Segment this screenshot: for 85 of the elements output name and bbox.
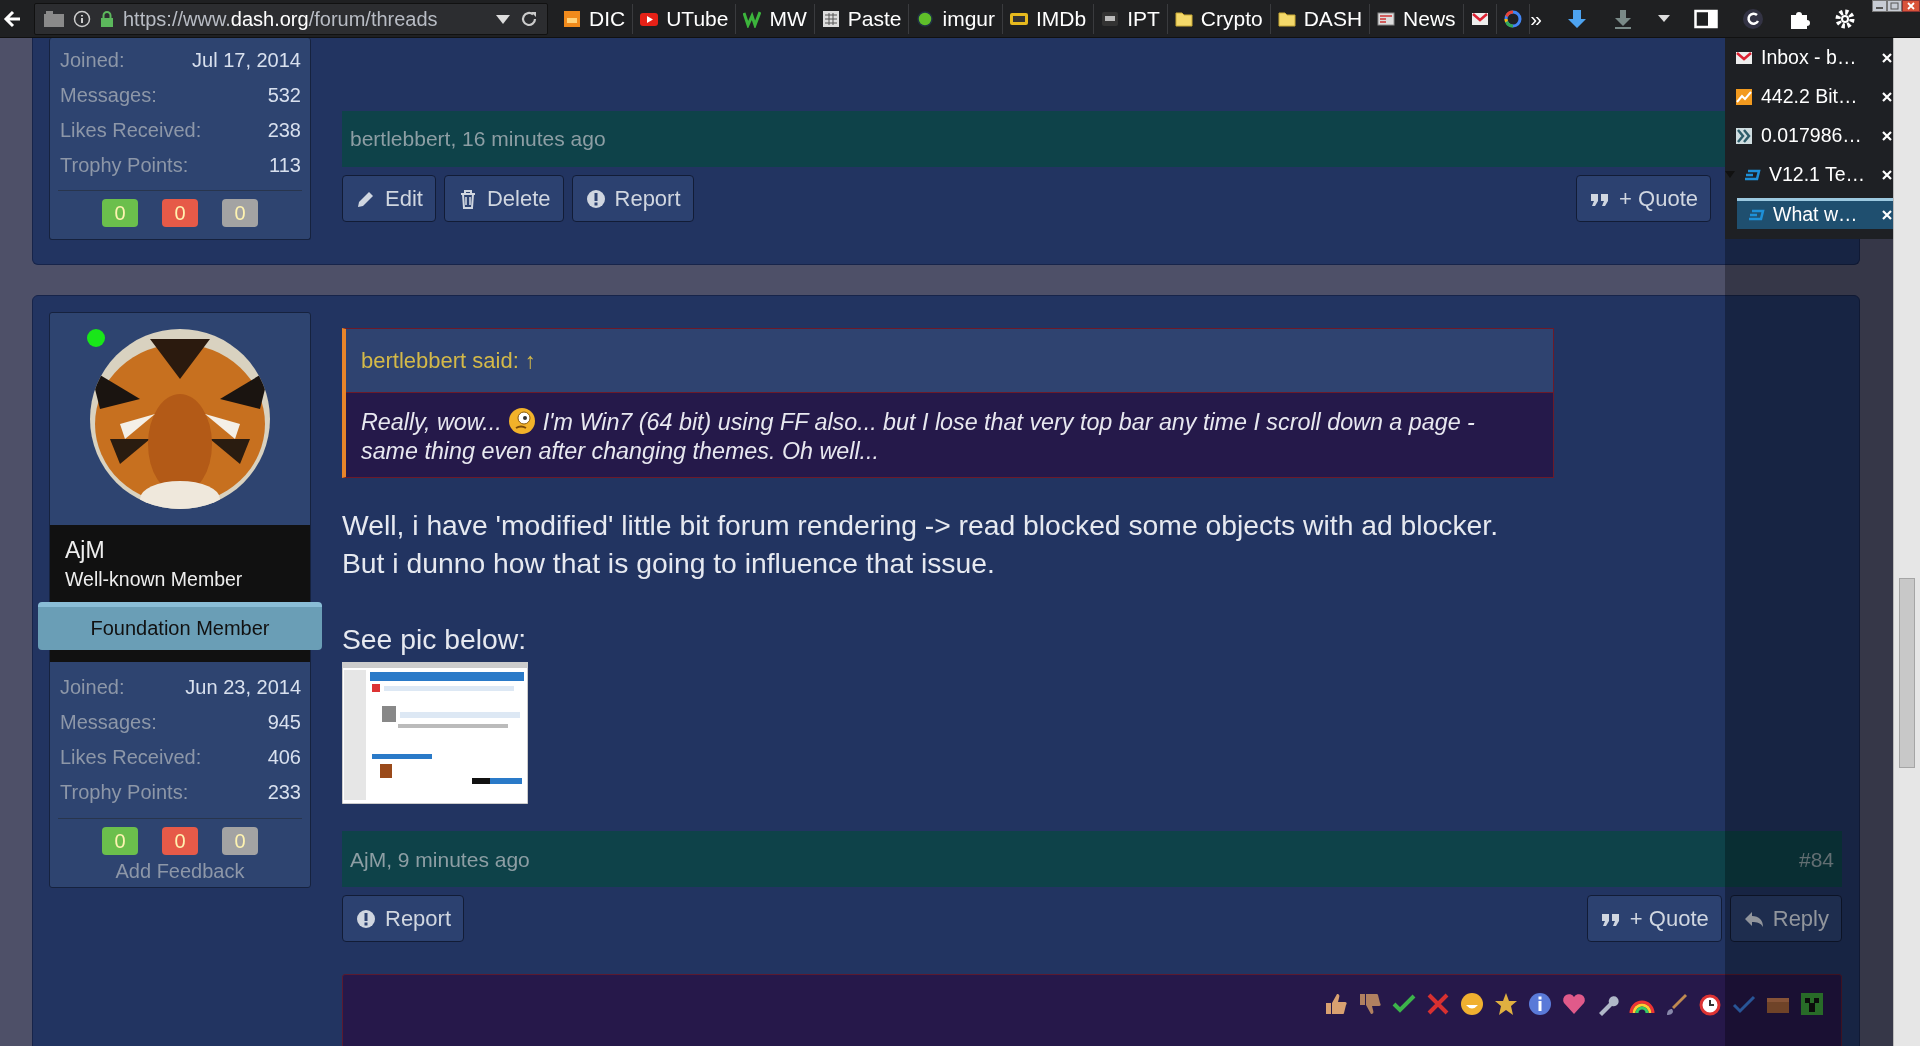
dark-square-icon: [1101, 9, 1120, 28]
post-meta: bertlebbert, 16 minutes ago: [350, 126, 606, 153]
settings-icon[interactable]: [1834, 7, 1856, 30]
stat-label: Likes Received:: [60, 117, 202, 143]
google-icon: [1503, 9, 1522, 28]
sync-icon[interactable]: [1742, 7, 1764, 30]
info-icon: [73, 9, 91, 28]
tab-title: 0.017986…: [1761, 122, 1863, 148]
quote-text: Really, wow... I'm Win7 (64 bit) using FF also... but I lose that very top bar any time I scroll down a page - same thing even after changing themes. Oh well...: [360, 406, 1476, 466]
newspaper-icon: [1377, 9, 1396, 28]
confused-emoji-icon: [508, 407, 537, 435]
quote-button[interactable]: + Quote: [1576, 175, 1711, 222]
sidebar-tab[interactable]: What w…: [1737, 198, 1893, 229]
sidebar-tab[interactable]: 442.2 Bit…: [1725, 81, 1893, 112]
report-button[interactable]: Report: [342, 895, 465, 943]
bookmark-link[interactable]: Crypto: [1167, 3, 1271, 34]
stat-value: 113: [269, 152, 301, 178]
stat-label: Joined:: [60, 675, 125, 701]
stat-value: 233: [267, 780, 301, 806]
bookmark-link[interactable]: IMDb: [1003, 3, 1095, 34]
bookmark-link[interactable]: imgur: [909, 3, 1003, 34]
tab-title: 442.2 Bit…: [1761, 83, 1859, 109]
report-button[interactable]: Report: [571, 175, 694, 222]
creeper-icon[interactable]: [1799, 991, 1825, 1018]
overflow-chevron[interactable]: »: [1530, 2, 1542, 35]
bookmark-link[interactable]: DIC: [556, 3, 634, 34]
stat-label: Trophy Points:: [60, 152, 189, 178]
quote-button[interactable]: + Quote: [1586, 895, 1722, 943]
stat-value: 238: [267, 117, 301, 143]
post-paragraph: Well, i have 'modified' little bit forum rendering -> read blocked some objects with ad blocker. But i dunno how that is going to influence that issue.: [342, 508, 1500, 582]
bookmark-link[interactable]: IPT: [1094, 3, 1168, 34]
scrollbar[interactable]: [1893, 38, 1920, 1046]
stat-value: 532: [267, 82, 301, 108]
dropdown-icon[interactable]: [1658, 14, 1670, 23]
exchange-icon: [1735, 126, 1753, 145]
tab-title: V12.1 Te…: [1769, 161, 1867, 187]
folder-icon: [1174, 9, 1193, 28]
post-meta: AjM, 9 minutes ago: [350, 846, 530, 873]
stat-value: Jul 17, 2014: [192, 47, 301, 73]
folder-icon: [1277, 9, 1296, 28]
zigzag-icon: [743, 9, 762, 28]
download-icon[interactable]: [1566, 7, 1588, 30]
grid-icon: [821, 9, 840, 28]
bookmark-link[interactable]: News: [1370, 3, 1464, 34]
alert-icon: [584, 187, 607, 210]
user-banner: Foundation Member: [38, 601, 322, 650]
stat-value: Jun 23, 2014: [185, 675, 301, 701]
address-bar[interactable]: https://www.dash.org/forum/threads: [34, 2, 548, 35]
bookmark-link[interactable]: Paste: [814, 3, 910, 34]
screenshot-thumbnail[interactable]: [342, 662, 528, 805]
dropdown-icon[interactable]: [495, 12, 511, 25]
bookmark-link[interactable]: DASH: [1270, 3, 1371, 34]
stat-label: Joined:: [60, 47, 125, 73]
tab-title: Inbox - b…: [1761, 44, 1858, 70]
star-icon[interactable]: [1493, 991, 1519, 1018]
url-text: https://www.dash.org/forum/threads: [123, 6, 439, 32]
minimize-icon[interactable]: [1872, 0, 1887, 12]
bookmark-link[interactable]: MW: [736, 3, 815, 34]
tab-title: What w…: [1773, 202, 1859, 228]
user-name[interactable]: AjM: [50, 537, 310, 565]
stat-label: Messages:: [60, 82, 157, 108]
chart-icon: [1735, 87, 1753, 106]
lock-icon: [99, 9, 115, 28]
stat-label: Messages:: [60, 710, 157, 736]
reply-button[interactable]: Reply: [1729, 895, 1842, 943]
delete-button[interactable]: Delete: [443, 175, 564, 222]
dot-icon: [916, 9, 935, 28]
sidebar-tab[interactable]: Inbox - b…: [1725, 42, 1893, 73]
info-icon[interactable]: [1527, 991, 1553, 1018]
alert-icon: [355, 907, 377, 930]
quote-header[interactable]: bertlebbert said: ↑: [346, 329, 1553, 393]
edit-button[interactable]: Edit: [342, 175, 436, 222]
post-paragraph: See pic below:: [342, 622, 528, 658]
stat-value: 945: [267, 710, 301, 736]
window-icon[interactable]: [1694, 8, 1718, 29]
stat-label: Likes Received:: [60, 745, 202, 771]
user-title: Well-known Member: [64, 566, 244, 592]
stat-label: Trophy Points:: [60, 780, 189, 806]
close-icon[interactable]: [1902, 0, 1920, 12]
sidebar-tab[interactable]: 0.017986…: [1725, 120, 1893, 151]
download-icon[interactable]: [1612, 7, 1634, 30]
scrollbar-thumb[interactable]: [1899, 578, 1915, 768]
bookmark-link[interactable]: UTube: [633, 3, 737, 34]
stat-value: 406: [267, 745, 301, 771]
smiley-icon[interactable]: [1459, 991, 1485, 1018]
